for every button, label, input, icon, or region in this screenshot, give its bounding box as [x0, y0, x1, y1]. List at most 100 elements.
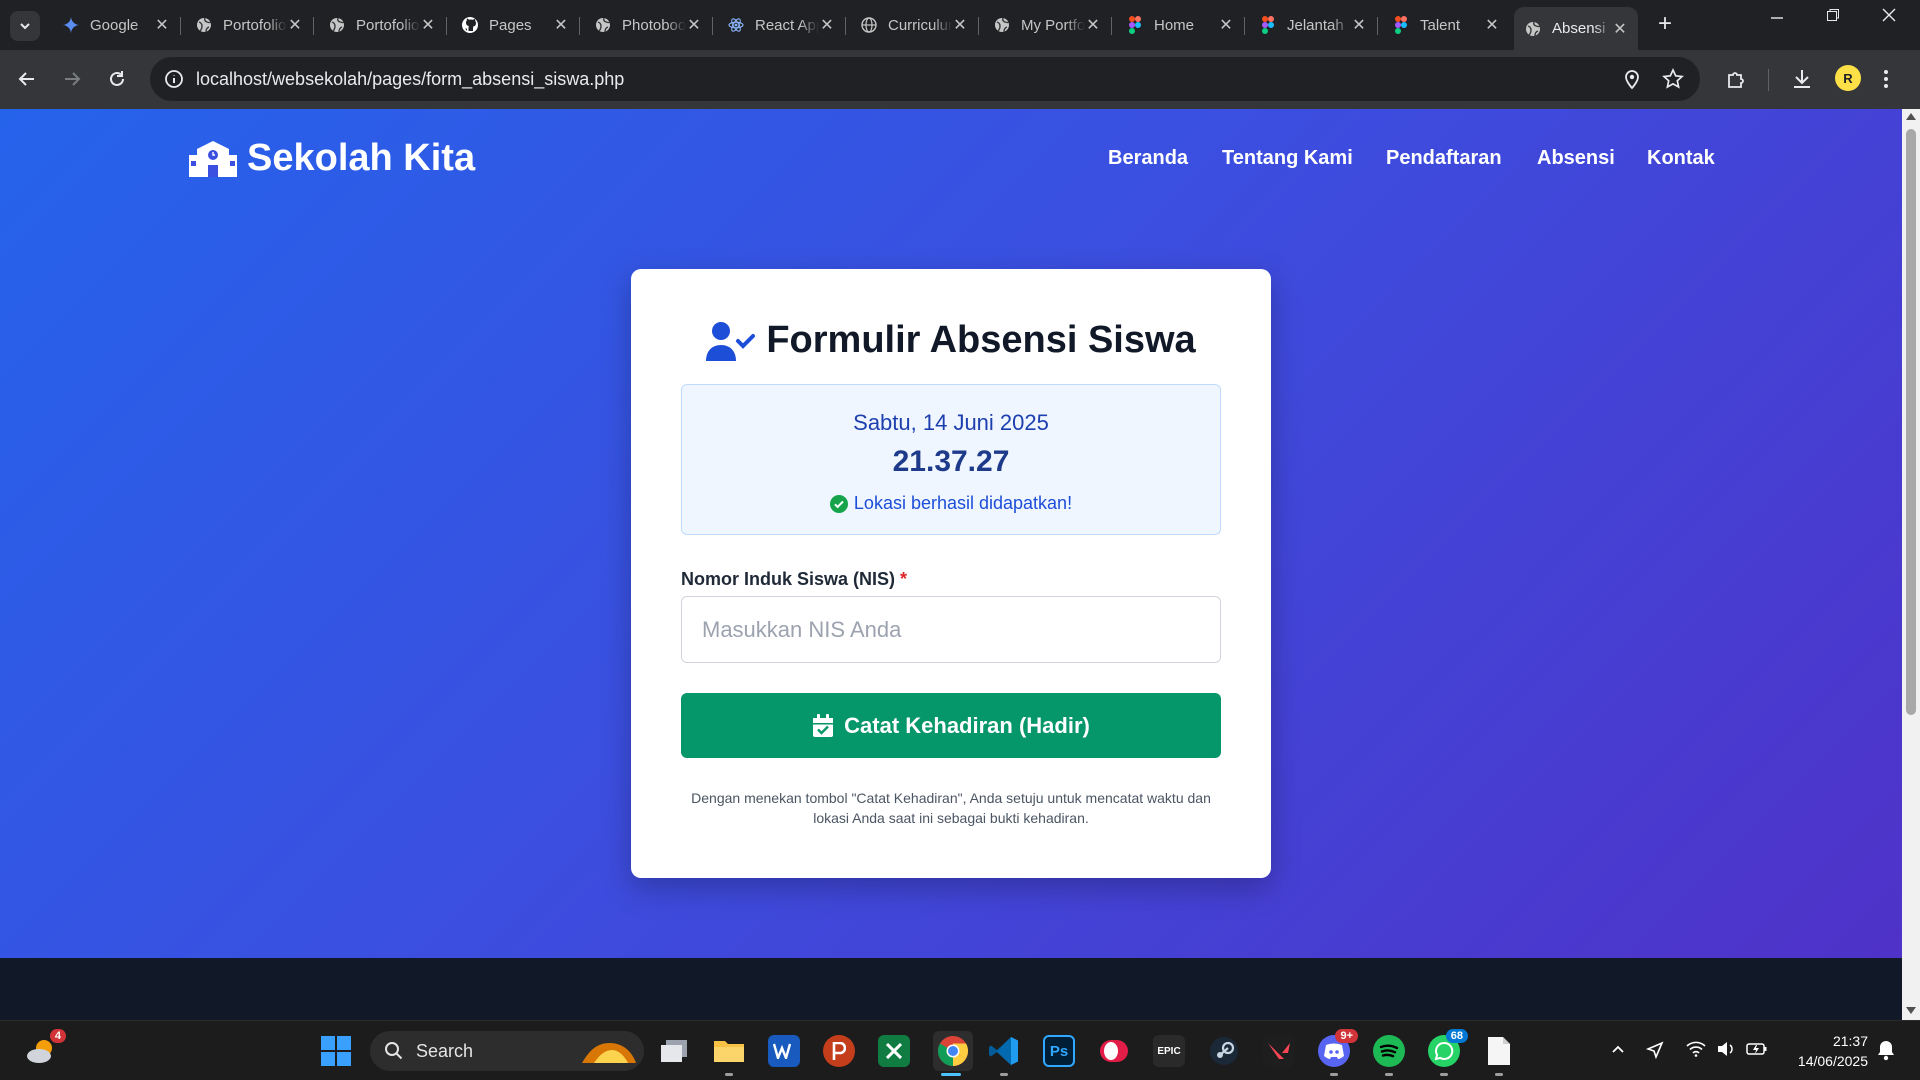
bookmark-star-icon[interactable] — [1662, 68, 1684, 90]
tab-title: Portofolio — [356, 16, 420, 34]
nav-link-pendaftaran[interactable]: Pendaftaran — [1386, 147, 1502, 170]
spotify-app[interactable] — [1373, 1035, 1405, 1067]
nis-input[interactable] — [681, 596, 1221, 663]
browser-tab[interactable]: Photobooth✕ — [584, 7, 713, 43]
vscode-app[interactable] — [988, 1035, 1020, 1067]
kebab-menu-icon[interactable] — [1882, 67, 1890, 91]
powerpoint-app[interactable] — [823, 1035, 855, 1067]
extensions-puzzle-icon[interactable] — [1725, 67, 1749, 91]
volume-icon[interactable] — [1716, 1041, 1736, 1057]
tab-close-icon[interactable]: ✕ — [154, 15, 170, 35]
location-pin-icon[interactable] — [1622, 68, 1642, 90]
nav-link-absensi[interactable]: Absensi — [1537, 147, 1615, 170]
tab-close-icon[interactable]: ✕ — [1351, 15, 1367, 35]
browser-tab[interactable]: Curriculum✕ — [850, 7, 979, 43]
battery-charging-icon[interactable] — [1746, 1041, 1768, 1057]
notepad-app[interactable] — [1483, 1035, 1515, 1067]
browser-tab[interactable]: Google ✕ — [52, 7, 181, 43]
calendar-check-icon — [813, 713, 834, 737]
close-window-button[interactable] — [1864, 6, 1914, 27]
nav-link-beranda[interactable]: Beranda — [1108, 147, 1188, 170]
system-clock[interactable]: 21:37 14/06/2025 — [1784, 1031, 1868, 1071]
tab-title: Google — [90, 16, 139, 34]
folder-icon — [714, 1041, 744, 1062]
download-icon[interactable] — [1790, 67, 1814, 91]
globe-outline-icon — [860, 16, 878, 34]
scroll-down-arrow[interactable] — [1906, 1007, 1916, 1014]
task-view-button[interactable] — [658, 1035, 690, 1067]
weather-badge: 4 — [49, 1029, 66, 1043]
minimize-button[interactable] — [1752, 6, 1802, 27]
whatsapp-app[interactable]: 68 — [1428, 1029, 1468, 1067]
reload-button[interactable] — [102, 64, 132, 94]
browser-tab[interactable]: Absensi ✕ — [1514, 7, 1638, 50]
tab-close-icon[interactable]: ✕ — [952, 15, 968, 35]
steam-app[interactable] — [1208, 1035, 1240, 1067]
browser-tab[interactable]: Home ✕ — [1116, 7, 1245, 43]
submit-label: Catat Kehadiran (Hadir) — [844, 712, 1090, 738]
valorant-app[interactable] — [1263, 1035, 1295, 1067]
taskbar-search[interactable]: Search — [370, 1031, 644, 1071]
github-icon — [461, 16, 479, 34]
tab-search-button[interactable] — [10, 11, 40, 41]
tab-close-icon[interactable]: ✕ — [819, 15, 835, 35]
tab-close-icon[interactable]: ✕ — [686, 15, 702, 35]
browser-tab[interactable]: Talent ✕ — [1382, 7, 1510, 43]
tab-close-icon[interactable]: ✕ — [420, 15, 436, 35]
chevron-down-icon — [20, 23, 30, 30]
discord-icon — [1324, 1043, 1344, 1059]
word-app[interactable] — [768, 1035, 800, 1067]
browser-tab[interactable]: React App ✕ — [717, 7, 846, 43]
page-scrollbar[interactable] — [1902, 109, 1920, 1020]
submit-attendance-button[interactable]: Catat Kehadiran (Hadir) — [681, 693, 1221, 758]
nav-link-kontak[interactable]: Kontak — [1647, 147, 1715, 170]
tab-close-icon[interactable]: ✕ — [1218, 15, 1234, 35]
whatsapp-icon — [1434, 1041, 1454, 1061]
browser-tab[interactable]: Pages ✕ — [451, 7, 580, 43]
restore-button[interactable] — [1808, 6, 1858, 27]
tab-close-icon[interactable]: ✕ — [1612, 19, 1628, 39]
epic-games-app[interactable]: EPIC — [1153, 1035, 1185, 1067]
location-arrow-icon[interactable] — [1646, 1041, 1664, 1059]
new-tab-button[interactable]: + — [1650, 10, 1680, 38]
forward-button[interactable] — [57, 64, 87, 94]
profile-avatar[interactable]: R — [1835, 65, 1861, 91]
start-button[interactable] — [320, 1035, 352, 1067]
photoshop-app[interactable]: Ps — [1043, 1035, 1075, 1067]
notification-bell-icon[interactable] — [1876, 1039, 1896, 1061]
tab-separator — [446, 17, 447, 35]
browser-tab[interactable]: Portofolio ✕ — [185, 7, 314, 43]
tab-close-icon[interactable]: ✕ — [553, 15, 569, 35]
address-bar[interactable]: localhost/websekolah/pages/form_absensi_… — [150, 57, 1700, 101]
wifi-icon[interactable] — [1686, 1041, 1706, 1057]
active-app-indicator — [941, 1073, 961, 1076]
browser-tab[interactable]: My Portfolio✕ — [983, 7, 1112, 43]
chevron-up-icon[interactable] — [1610, 1041, 1626, 1057]
red-app[interactable] — [1098, 1035, 1130, 1067]
weather-widget[interactable]: 4 — [26, 1029, 66, 1067]
excel-app[interactable] — [878, 1035, 910, 1067]
tab-close-icon[interactable]: ✕ — [287, 15, 303, 35]
site-info-icon[interactable] — [164, 69, 184, 89]
scroll-up-arrow[interactable] — [1906, 113, 1916, 120]
scrollbar-thumb[interactable] — [1906, 129, 1916, 715]
tab-title: Absensi — [1552, 20, 1606, 37]
tab-title: Pages — [489, 16, 532, 34]
tab-separator — [1111, 17, 1112, 35]
back-button[interactable] — [12, 64, 42, 94]
tab-separator — [1244, 17, 1245, 35]
school-icon — [189, 140, 237, 177]
discord-app[interactable]: 9+ — [1318, 1029, 1358, 1067]
browser-tab[interactable]: Portofolio ✕ — [318, 7, 447, 43]
form-title: Formulir Absensi Siswa — [631, 319, 1271, 362]
url-text[interactable]: localhost/websekolah/pages/form_absensi_… — [196, 69, 624, 90]
arrow-right-icon — [65, 72, 81, 86]
file-explorer-app[interactable] — [713, 1035, 745, 1067]
chrome-app[interactable] — [933, 1031, 973, 1071]
nav-link-tentang-kami[interactable]: Tentang Kami — [1222, 147, 1353, 170]
browser-tab[interactable]: Jelantah ✕ — [1249, 7, 1378, 43]
tab-close-icon[interactable]: ✕ — [1085, 15, 1101, 35]
gemini-icon — [62, 16, 80, 34]
tab-close-icon[interactable]: ✕ — [1484, 15, 1500, 35]
site-brand[interactable]: Sekolah Kita — [189, 137, 475, 180]
